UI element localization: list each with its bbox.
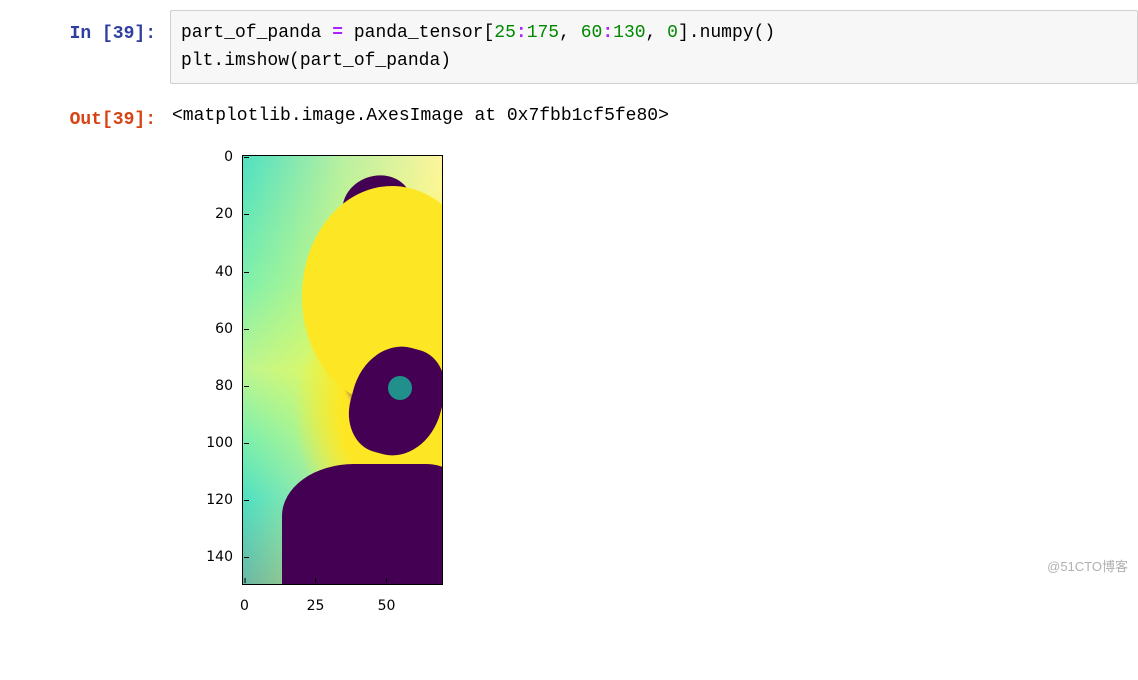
matplotlib-figure: 02040608010012014002550 @51CTO博客 bbox=[172, 130, 1138, 585]
y-tick: 60 bbox=[215, 315, 243, 343]
y-tick: 120 bbox=[206, 486, 243, 514]
code-token: panda_tensor[ bbox=[343, 23, 494, 43]
operator-equals: = bbox=[332, 23, 343, 43]
slice-colon: : bbox=[602, 23, 613, 43]
comma: , bbox=[559, 23, 581, 43]
output-cell: Out[39]: <matplotlib.image.AxesImage at … bbox=[0, 96, 1138, 585]
code-input[interactable]: part_of_panda = panda_tensor[25:175, 60:… bbox=[170, 10, 1138, 84]
code-token: part_of_panda bbox=[181, 23, 332, 43]
y-tick: 140 bbox=[206, 543, 243, 571]
axes: 02040608010012014002550 bbox=[242, 155, 443, 585]
axes-image bbox=[243, 156, 442, 584]
y-tick: 100 bbox=[206, 429, 243, 457]
image-region-eye bbox=[388, 376, 412, 400]
number-literal: 60 bbox=[581, 23, 603, 43]
y-tick: 20 bbox=[215, 200, 243, 228]
x-tick: 0 bbox=[240, 584, 249, 620]
y-tick: 40 bbox=[215, 258, 243, 286]
comma: , bbox=[646, 23, 668, 43]
slice-colon: : bbox=[516, 23, 527, 43]
input-cell: In [39]: part_of_panda = panda_tensor[25… bbox=[0, 10, 1138, 84]
number-literal: 25 bbox=[494, 23, 516, 43]
number-literal: 130 bbox=[613, 23, 645, 43]
output-prompt: Out[39]: bbox=[0, 96, 170, 134]
number-literal: 0 bbox=[667, 23, 678, 43]
x-tick: 50 bbox=[378, 584, 396, 620]
code-line-2: plt.imshow(part_of_panda) bbox=[181, 51, 451, 71]
code-token: ].numpy() bbox=[678, 23, 775, 43]
image-region-body bbox=[282, 464, 442, 584]
number-literal: 175 bbox=[527, 23, 559, 43]
x-tick: 25 bbox=[307, 584, 325, 620]
y-tick: 80 bbox=[215, 372, 243, 400]
y-tick: 0 bbox=[224, 143, 243, 171]
input-prompt: In [39]: bbox=[0, 10, 170, 48]
watermark: @51CTO博客 bbox=[1047, 553, 1128, 581]
output-repr: <matplotlib.image.AxesImage at 0x7fbb1cf… bbox=[172, 102, 1138, 130]
output-area: <matplotlib.image.AxesImage at 0x7fbb1cf… bbox=[170, 96, 1138, 585]
